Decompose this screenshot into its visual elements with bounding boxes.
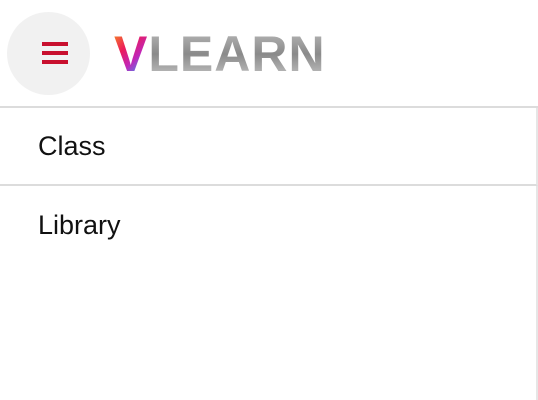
app-header: V LEARN — [0, 0, 538, 106]
logo-letter-v: V — [114, 26, 149, 82]
empty-area — [0, 264, 538, 400]
menu-button[interactable] — [7, 12, 90, 95]
nav-menu: Class Library — [0, 106, 538, 266]
logo-text: LEARN — [148, 26, 326, 82]
nav-item-label: Class — [38, 130, 106, 161]
nav-item-label: Library — [38, 209, 121, 240]
nav-item-class[interactable]: Class — [0, 108, 538, 186]
hamburger-menu-icon — [42, 42, 68, 46]
vlearn-logo: V LEARN — [114, 27, 326, 81]
nav-item-library[interactable]: Library — [0, 186, 538, 266]
